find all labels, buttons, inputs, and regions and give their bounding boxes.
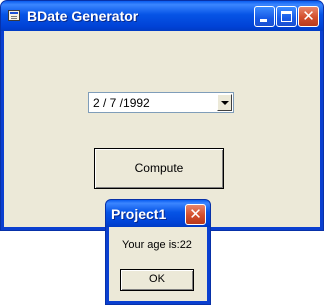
chevron-down-icon[interactable] [217,94,232,111]
dialog-title-bar[interactable]: Project1 ✕ [106,200,210,227]
form-client-area: 2 / 7 /1992 Compute [4,31,320,227]
minimize-icon [260,19,267,22]
dialog-client-area: Your age is:22 OK [109,227,207,301]
dialog-title: Project1 [111,206,167,222]
compute-button[interactable]: Compute [94,148,224,189]
ok-button[interactable]: OK [120,269,194,291]
close-button[interactable]: ✕ [298,6,319,27]
date-picker[interactable]: 2 / 7 /1992 [88,92,234,113]
title-bar[interactable]: BDate Generator ✕ [1,1,323,31]
main-window: BDate Generator ✕ 2 / 7 /1992 Compute [0,0,324,231]
dialog-message: Your age is:22 [122,239,192,251]
close-icon: ✕ [189,205,202,223]
form-window-icon [8,10,20,21]
message-dialog: Project1 ✕ Your age is:22 OK [105,199,211,305]
window-title: BDate Generator [27,8,139,24]
maximize-button[interactable] [276,6,297,27]
minimize-button[interactable] [254,6,275,27]
close-icon: ✕ [302,7,315,25]
dialog-close-button[interactable]: ✕ [185,204,206,225]
maximize-icon [281,11,292,22]
date-value: 2 / 7 /1992 [93,96,150,110]
